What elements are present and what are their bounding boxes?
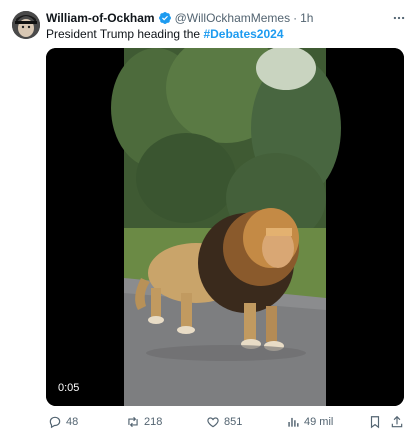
- tweet-body: President Trump heading the: [46, 27, 204, 41]
- retweet-count: 218: [144, 416, 163, 428]
- video-player[interactable]: 0:05: [46, 48, 404, 406]
- bookmark-icon: [370, 416, 380, 429]
- video-frame: [46, 48, 404, 406]
- retweet-icon: [128, 416, 138, 428]
- reply-count: 48: [66, 416, 79, 428]
- reply-icon: [49, 416, 61, 429]
- views-button[interactable]: 49 mil: [286, 412, 333, 432]
- avatar[interactable]: [12, 11, 40, 39]
- share-icon: [391, 415, 403, 428]
- separator-dot: ·: [293, 11, 298, 25]
- more-dots-icon[interactable]: [390, 10, 408, 26]
- hashtag-link[interactable]: #Debates2024: [203, 27, 283, 41]
- action-bar: 48 218 851 49 mil: [46, 412, 408, 432]
- share-button[interactable]: [390, 412, 404, 432]
- display-name[interactable]: William-of-Ockham: [46, 11, 155, 25]
- video-duration: 0:05: [54, 381, 84, 395]
- tweet-text: President Trump heading the #Debates2024: [46, 27, 284, 41]
- timestamp[interactable]: 1h: [300, 11, 313, 25]
- verified-badge-icon: [158, 11, 172, 25]
- reply-button[interactable]: 48: [48, 412, 78, 432]
- tweet-card: William-of-Ockham @WillOckhamMemes · 1h …: [0, 0, 420, 439]
- views-chart-icon: [288, 417, 299, 427]
- retweet-button[interactable]: 218: [126, 412, 162, 432]
- bookmark-button[interactable]: [368, 412, 382, 432]
- handle[interactable]: @WillOckhamMemes: [175, 11, 291, 25]
- views-count: 49 mil: [304, 416, 334, 428]
- like-button[interactable]: 851: [206, 412, 242, 432]
- like-count: 851: [224, 416, 243, 428]
- heart-icon: [207, 417, 219, 428]
- tweet-header: William-of-Ockham @WillOckhamMemes · 1h: [46, 10, 313, 26]
